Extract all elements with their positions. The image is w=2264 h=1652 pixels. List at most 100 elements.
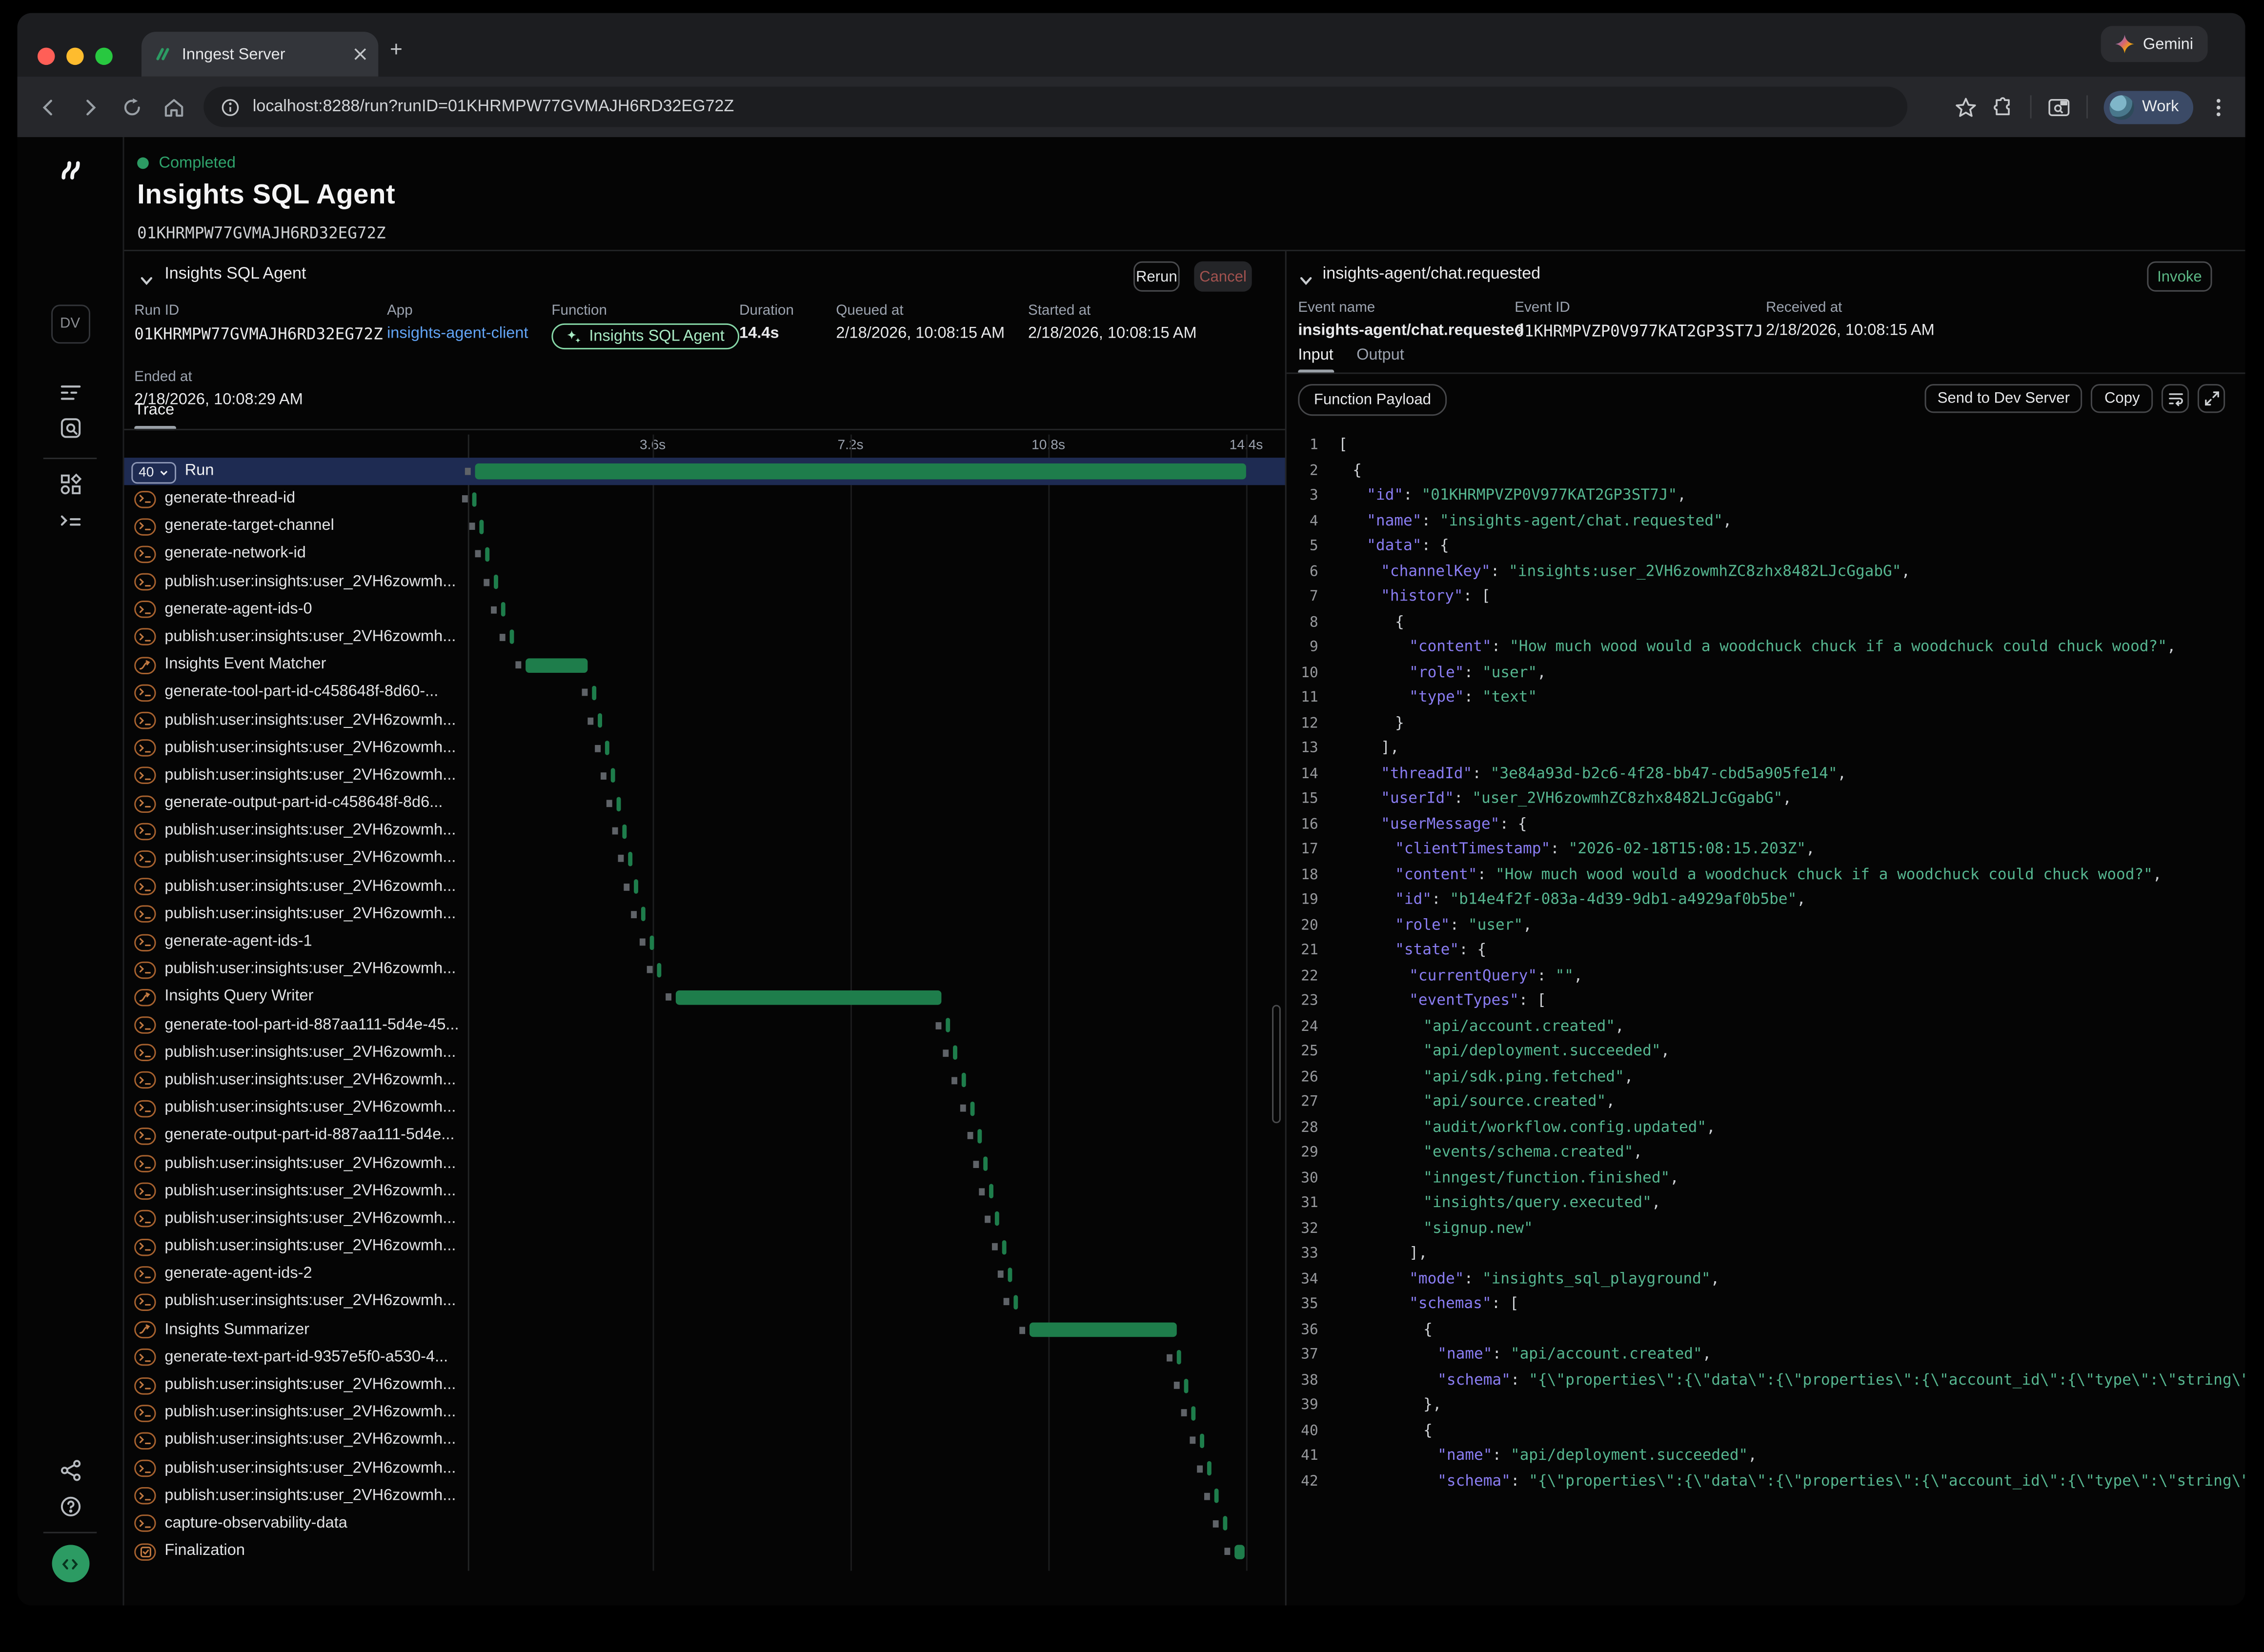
help-icon[interactable] [58, 1494, 82, 1519]
trace-row[interactable]: publish:user:insights:user_2VH6zowmh... [124, 707, 1285, 735]
env-badge[interactable]: DV [51, 304, 90, 343]
bookmark-star-icon[interactable] [1954, 96, 1976, 118]
run-span-bar[interactable] [475, 463, 1246, 480]
cancel-button[interactable]: Cancel [1194, 262, 1252, 292]
word-wrap-button[interactable] [2162, 384, 2189, 413]
span-bar[interactable] [1185, 1378, 1189, 1393]
span-bar[interactable] [623, 824, 627, 839]
trace-row[interactable]: generate-agent-ids-2 [124, 1261, 1285, 1289]
send-to-dev-server-button[interactable]: Send to Dev Server [1924, 384, 2082, 413]
span-bar[interactable] [610, 768, 615, 783]
span-bar[interactable] [1223, 1516, 1228, 1531]
trace-row[interactable]: generate-tool-part-id-c458648f-8d60-... [124, 679, 1285, 707]
trace-row[interactable]: publish:user:insights:user_2VH6zowmh... [124, 568, 1285, 596]
span-bar[interactable] [971, 1101, 975, 1116]
span-bar[interactable] [983, 1156, 987, 1171]
span-bar[interactable] [656, 963, 661, 977]
trace-row[interactable]: generate-network-id [124, 541, 1285, 568]
span-bar[interactable] [628, 852, 633, 866]
share-icon[interactable] [58, 1458, 82, 1483]
span-bar[interactable] [1008, 1267, 1012, 1282]
trace-row[interactable]: generate-text-part-id-9357e5f0-a530-4... [124, 1344, 1285, 1371]
trace-row[interactable]: publish:user:insights:user_2VH6zowmh... [124, 818, 1285, 846]
trace-row[interactable]: publish:user:insights:user_2VH6zowmh... [124, 1233, 1285, 1261]
trace-row[interactable]: Finalization [124, 1538, 1285, 1566]
function-payload-pill[interactable]: Function Payload [1298, 384, 1447, 416]
close-tab-icon[interactable] [354, 48, 367, 61]
trace-row[interactable]: generate-output-part-id-887aa111-5d4e... [124, 1122, 1285, 1150]
span-bar[interactable] [485, 547, 489, 562]
span-bar[interactable] [510, 630, 514, 645]
site-info-icon[interactable] [221, 98, 240, 116]
extensions-icon[interactable] [1992, 96, 2013, 118]
trace-row[interactable]: Insights Summarizer [124, 1316, 1285, 1344]
trace-row[interactable]: publish:user:insights:user_2VH6zowmh... [124, 901, 1285, 928]
span-bar[interactable] [634, 880, 639, 894]
trace-row[interactable]: publish:user:insights:user_2VH6zowmh... [124, 1455, 1285, 1483]
span-bar[interactable] [592, 685, 596, 700]
span-bar[interactable] [977, 1129, 981, 1144]
payload-code[interactable]: 1[2{3"id": "01KHRMPVZP0V977KAT2GP3ST7J",… [1287, 433, 2245, 1606]
span-bar[interactable] [598, 713, 602, 728]
trace-row[interactable]: generate-agent-ids-0 [124, 596, 1285, 624]
trace-row[interactable]: capture-observability-data [124, 1510, 1285, 1538]
span-count-badge[interactable]: 40 [131, 461, 175, 483]
trace-row[interactable]: publish:user:insights:user_2VH6zowmh... [124, 624, 1285, 651]
tab-output[interactable]: Output [1356, 346, 1404, 364]
trace-row[interactable]: publish:user:insights:user_2VH6zowmh... [124, 1150, 1285, 1178]
span-bar[interactable] [961, 1073, 965, 1088]
events-search-icon[interactable] [58, 416, 82, 440]
runs-icon[interactable] [58, 380, 82, 404]
trace-row[interactable]: generate-output-part-id-c458648f-8d6... [124, 790, 1285, 818]
trace-row[interactable]: publish:user:insights:user_2VH6zowmh... [124, 1206, 1285, 1233]
trace-row[interactable]: generate-target-channel [124, 513, 1285, 541]
function-badge[interactable]: Insights SQL Agent [551, 323, 739, 349]
trace-row[interactable]: publish:user:insights:user_2VH6zowmh... [124, 1371, 1285, 1399]
trace-row[interactable]: publish:user:insights:user_2VH6zowmh... [124, 1482, 1285, 1510]
browser-tab[interactable]: Inngest Server [142, 32, 378, 77]
span-bar[interactable] [472, 492, 477, 506]
url-text[interactable]: localhost:8288/run?runID=01KHRMPW77GVMAJ… [253, 98, 734, 116]
span-bar[interactable] [616, 796, 621, 811]
tab-input[interactable]: Input [1298, 346, 1333, 364]
span-bar[interactable] [1199, 1433, 1204, 1448]
span-bar[interactable] [946, 1018, 950, 1032]
trace-row[interactable]: generate-agent-ids-1 [124, 928, 1285, 956]
dev-mode-button[interactable] [51, 1545, 89, 1582]
span-bar[interactable] [995, 1212, 999, 1227]
span-bar[interactable] [1192, 1406, 1196, 1420]
span-bar[interactable] [676, 990, 941, 1005]
profile-button[interactable]: Work [2103, 90, 2193, 123]
new-tab-button[interactable]: + [390, 39, 403, 60]
app-link[interactable]: insights-agent-client [387, 325, 528, 342]
span-bar[interactable] [649, 935, 654, 949]
trace-row[interactable]: generate-tool-part-id-887aa111-5d4e-45..… [124, 1011, 1285, 1039]
invoke-button[interactable]: Invoke [2147, 262, 2212, 292]
span-bar[interactable] [990, 1184, 994, 1199]
window-controls[interactable] [38, 48, 113, 65]
span-bar[interactable] [604, 741, 608, 756]
trace-row[interactable]: publish:user:insights:user_2VH6zowmh... [124, 1094, 1285, 1122]
copy-button[interactable]: Copy [2091, 384, 2153, 413]
trace-row[interactable]: Insights Query Writer [124, 984, 1285, 1011]
span-bar[interactable] [501, 603, 505, 617]
span-bar[interactable] [1176, 1350, 1181, 1365]
maximize-window-button[interactable] [95, 48, 113, 65]
span-bar[interactable] [1014, 1295, 1018, 1310]
span-bar[interactable] [1002, 1240, 1006, 1254]
trace-row-run[interactable]: 40 Run [124, 458, 1285, 485]
gemini-button[interactable]: Gemini [2101, 26, 2208, 62]
span-bar[interactable] [641, 907, 645, 922]
span-bar[interactable] [1207, 1461, 1212, 1476]
chevron-down-icon[interactable] [139, 270, 155, 296]
trace-row[interactable]: publish:user:insights:user_2VH6zowmh... [124, 762, 1285, 790]
close-window-button[interactable] [38, 48, 55, 65]
trace-row[interactable]: publish:user:insights:user_2VH6zowmh... [124, 1067, 1285, 1095]
span-bar[interactable] [494, 575, 499, 589]
tab-trace[interactable]: Trace [134, 402, 174, 419]
apps-icon[interactable] [58, 472, 82, 497]
trace-row[interactable]: publish:user:insights:user_2VH6zowmh... [124, 1427, 1285, 1455]
trace-row[interactable]: publish:user:insights:user_2VH6zowmh... [124, 1399, 1285, 1427]
forward-icon[interactable] [80, 96, 101, 118]
trace-row[interactable]: Insights Event Matcher [124, 651, 1285, 679]
